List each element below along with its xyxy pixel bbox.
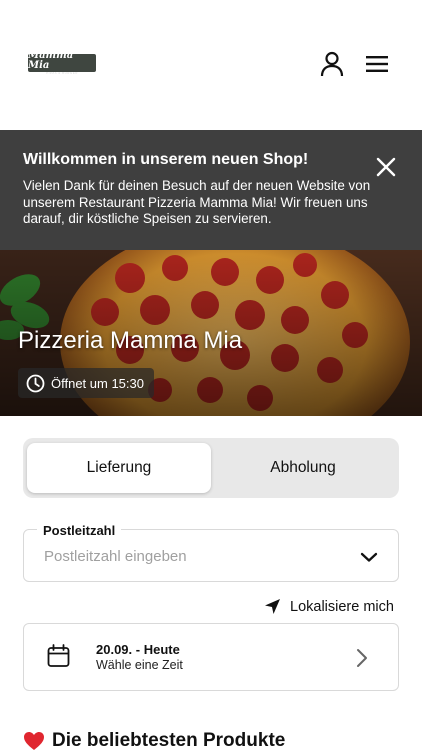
calendar-icon (47, 644, 70, 667)
user-icon (320, 51, 344, 77)
choose-time-hint: Wähle eine Zeit (96, 658, 183, 672)
banner-close-button[interactable] (375, 156, 397, 178)
restaurant-name: Pizzeria Mamma Mia (18, 327, 243, 354)
site-header: Mamma Mia PIZZA & BURGER (0, 0, 422, 130)
hamburger-menu-icon (366, 56, 388, 72)
locate-me-button[interactable]: Lokalisiere mich (264, 598, 394, 615)
chevron-down-icon[interactable] (360, 550, 378, 564)
banner-text: Vielen Dank für deinen Besuch auf der ne… (23, 178, 371, 226)
banner-title: Willkommen in unserem neuen Shop! (23, 151, 309, 168)
logo-tagline: PIZZA & BURGER (46, 71, 78, 75)
restaurant-logo[interactable]: Mamma Mia PIZZA & BURGER (28, 50, 96, 75)
tab-delivery[interactable]: Lieferung (27, 443, 211, 493)
selected-date: 20.09. - Heute (96, 642, 180, 657)
postcode-label: Postleitzahl (37, 523, 122, 538)
heart-icon (24, 732, 44, 750)
clock-icon (26, 374, 45, 392)
menu-button[interactable] (364, 52, 390, 76)
time-selector[interactable] (23, 623, 399, 691)
logo-name: Mamma Mia (28, 50, 74, 71)
order-mode-toggle: Lieferung Abholung (23, 438, 399, 498)
popular-products-heading: Die beliebtesten Produkte (23, 730, 285, 750)
opening-hours-text: Öffnet um 15:30 (51, 375, 144, 391)
locate-me-label: Lokalisiere mich (290, 598, 394, 615)
close-icon (376, 157, 396, 177)
navigation-arrow-icon (265, 599, 280, 614)
popular-products-title: Die beliebtesten Produkte (52, 730, 286, 750)
postcode-input[interactable] (44, 548, 344, 565)
account-button[interactable] (318, 50, 346, 78)
welcome-banner: Willkommen in unserem neuen Shop! Vielen… (0, 130, 422, 250)
tab-pickup[interactable]: Abholung (211, 443, 395, 493)
opening-hours-badge: Öffnet um 15:30 (18, 368, 154, 398)
chevron-right-icon (357, 649, 367, 667)
